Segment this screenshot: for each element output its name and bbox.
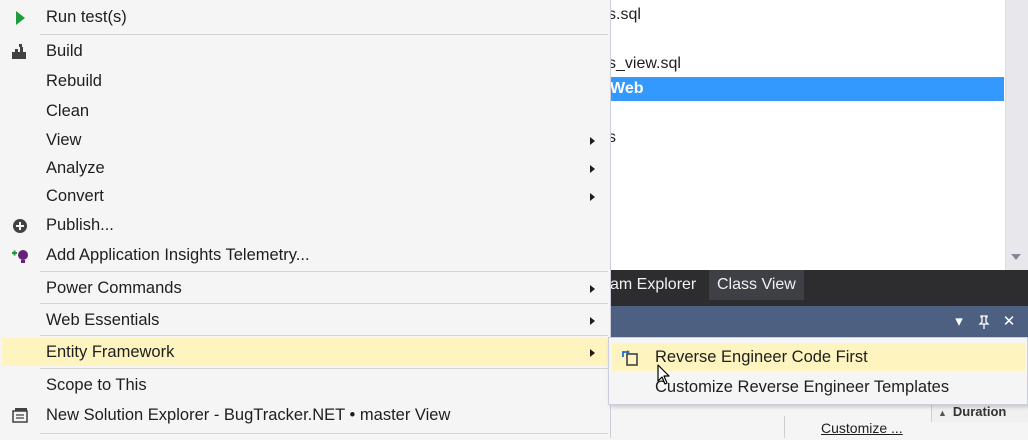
menu-separator bbox=[40, 433, 608, 434]
submenu-item-label: Reverse Engineer Code First bbox=[655, 348, 868, 366]
menu-item-label: Run test(s) bbox=[46, 8, 127, 26]
new-explorer-icon bbox=[10, 406, 30, 424]
submenu-arrow-icon bbox=[590, 193, 595, 201]
submenu-arrow-icon bbox=[590, 349, 595, 357]
menu-item-clean[interactable]: Clean bbox=[2, 97, 608, 125]
menu-item-add-insights[interactable]: Add Application Insights Telemetry... bbox=[2, 241, 608, 269]
submenu-item-customize-templates[interactable]: Customize Reverse Engineer Templates bbox=[612, 373, 1025, 401]
menu-item-label: Web Essentials bbox=[46, 311, 160, 329]
menu-item-label: Publish... bbox=[46, 216, 114, 234]
menu-item-convert[interactable]: Convert bbox=[2, 182, 608, 210]
menu-item-entity-framework[interactable]: Entity Framework bbox=[2, 338, 608, 366]
menu-item-label: Analyze bbox=[46, 159, 105, 177]
menu-item-web-essentials[interactable]: Web Essentials bbox=[2, 306, 608, 334]
menu-item-label: New Solution Explorer - BugTracker.NET •… bbox=[46, 406, 451, 424]
submenu-arrow-icon bbox=[590, 285, 595, 293]
menu-item-label: Convert bbox=[46, 187, 104, 205]
submenu-item-reverse-engineer[interactable]: Reverse Engineer Code First bbox=[612, 343, 1025, 371]
menu-item-label: Clean bbox=[46, 102, 90, 120]
sort-ascending-icon: ▲ bbox=[938, 408, 947, 418]
solution-explorer-panel: s.sql s_view.sql Web s bbox=[600, 0, 1028, 270]
submenu-arrow-icon bbox=[590, 317, 595, 325]
build-icon bbox=[10, 42, 30, 60]
vertical-scrollbar[interactable] bbox=[1005, 0, 1028, 270]
menu-item-new-solution-explorer[interactable]: New Solution Explorer - BugTracker.NET •… bbox=[2, 401, 608, 429]
pin-icon[interactable] bbox=[973, 306, 995, 338]
menu-separator bbox=[40, 271, 608, 272]
scroll-down-arrow-icon[interactable] bbox=[1011, 254, 1021, 260]
submenu-arrow-icon bbox=[590, 165, 595, 173]
menu-item-label: Build bbox=[46, 42, 83, 60]
menu-item-label: Power Commands bbox=[46, 279, 182, 297]
context-menu: Run test(s) Build Rebuild Clean View Ana… bbox=[0, 0, 611, 438]
close-icon[interactable]: ✕ bbox=[998, 306, 1020, 338]
menu-item-publish[interactable]: Publish... bbox=[2, 211, 608, 239]
dropdown-icon[interactable]: ▾ bbox=[948, 306, 970, 338]
menu-item-label: Add Application Insights Telemetry... bbox=[46, 246, 310, 264]
submenu-arrow-icon bbox=[590, 137, 595, 145]
tab-team-explorer[interactable]: am Explorer bbox=[600, 270, 704, 300]
tab-class-view[interactable]: Class View bbox=[709, 270, 804, 300]
tree-item-view-sql[interactable]: s_view.sql bbox=[608, 52, 681, 76]
menu-separator bbox=[40, 303, 608, 304]
entity-framework-submenu: Reverse Engineer Code First Customize Re… bbox=[608, 337, 1028, 405]
menu-separator bbox=[40, 34, 608, 35]
menu-item-view[interactable]: View bbox=[2, 126, 608, 154]
menu-separator bbox=[40, 368, 608, 369]
tree-item-web-selected[interactable]: Web bbox=[600, 77, 1004, 101]
submenu-item-label: Customize Reverse Engineer Templates bbox=[655, 378, 950, 396]
menu-item-build[interactable]: Build bbox=[2, 37, 608, 65]
menu-item-label: View bbox=[46, 131, 82, 149]
duration-label: Duration bbox=[952, 404, 1007, 419]
tree-item-sql[interactable]: s.sql bbox=[608, 3, 641, 27]
menu-separator bbox=[40, 335, 608, 336]
menu-item-analyze[interactable]: Analyze bbox=[2, 154, 608, 182]
menu-item-scope-to-this[interactable]: Scope to This bbox=[2, 371, 608, 399]
menu-item-label: Rebuild bbox=[46, 72, 102, 90]
mouse-cursor-icon bbox=[657, 364, 671, 386]
reverse-engineer-icon bbox=[620, 348, 640, 366]
customize-link[interactable]: Customize ... bbox=[784, 416, 930, 438]
run-icon bbox=[10, 8, 30, 26]
menu-item-run-tests[interactable]: Run test(s) bbox=[2, 3, 608, 31]
menu-item-label: Scope to This bbox=[46, 376, 147, 394]
menu-item-power-commands[interactable]: Power Commands bbox=[2, 274, 608, 302]
menu-item-label: Entity Framework bbox=[46, 343, 175, 361]
menu-item-rebuild[interactable]: Rebuild bbox=[2, 67, 608, 95]
publish-icon bbox=[10, 216, 30, 234]
insights-icon bbox=[10, 246, 30, 264]
